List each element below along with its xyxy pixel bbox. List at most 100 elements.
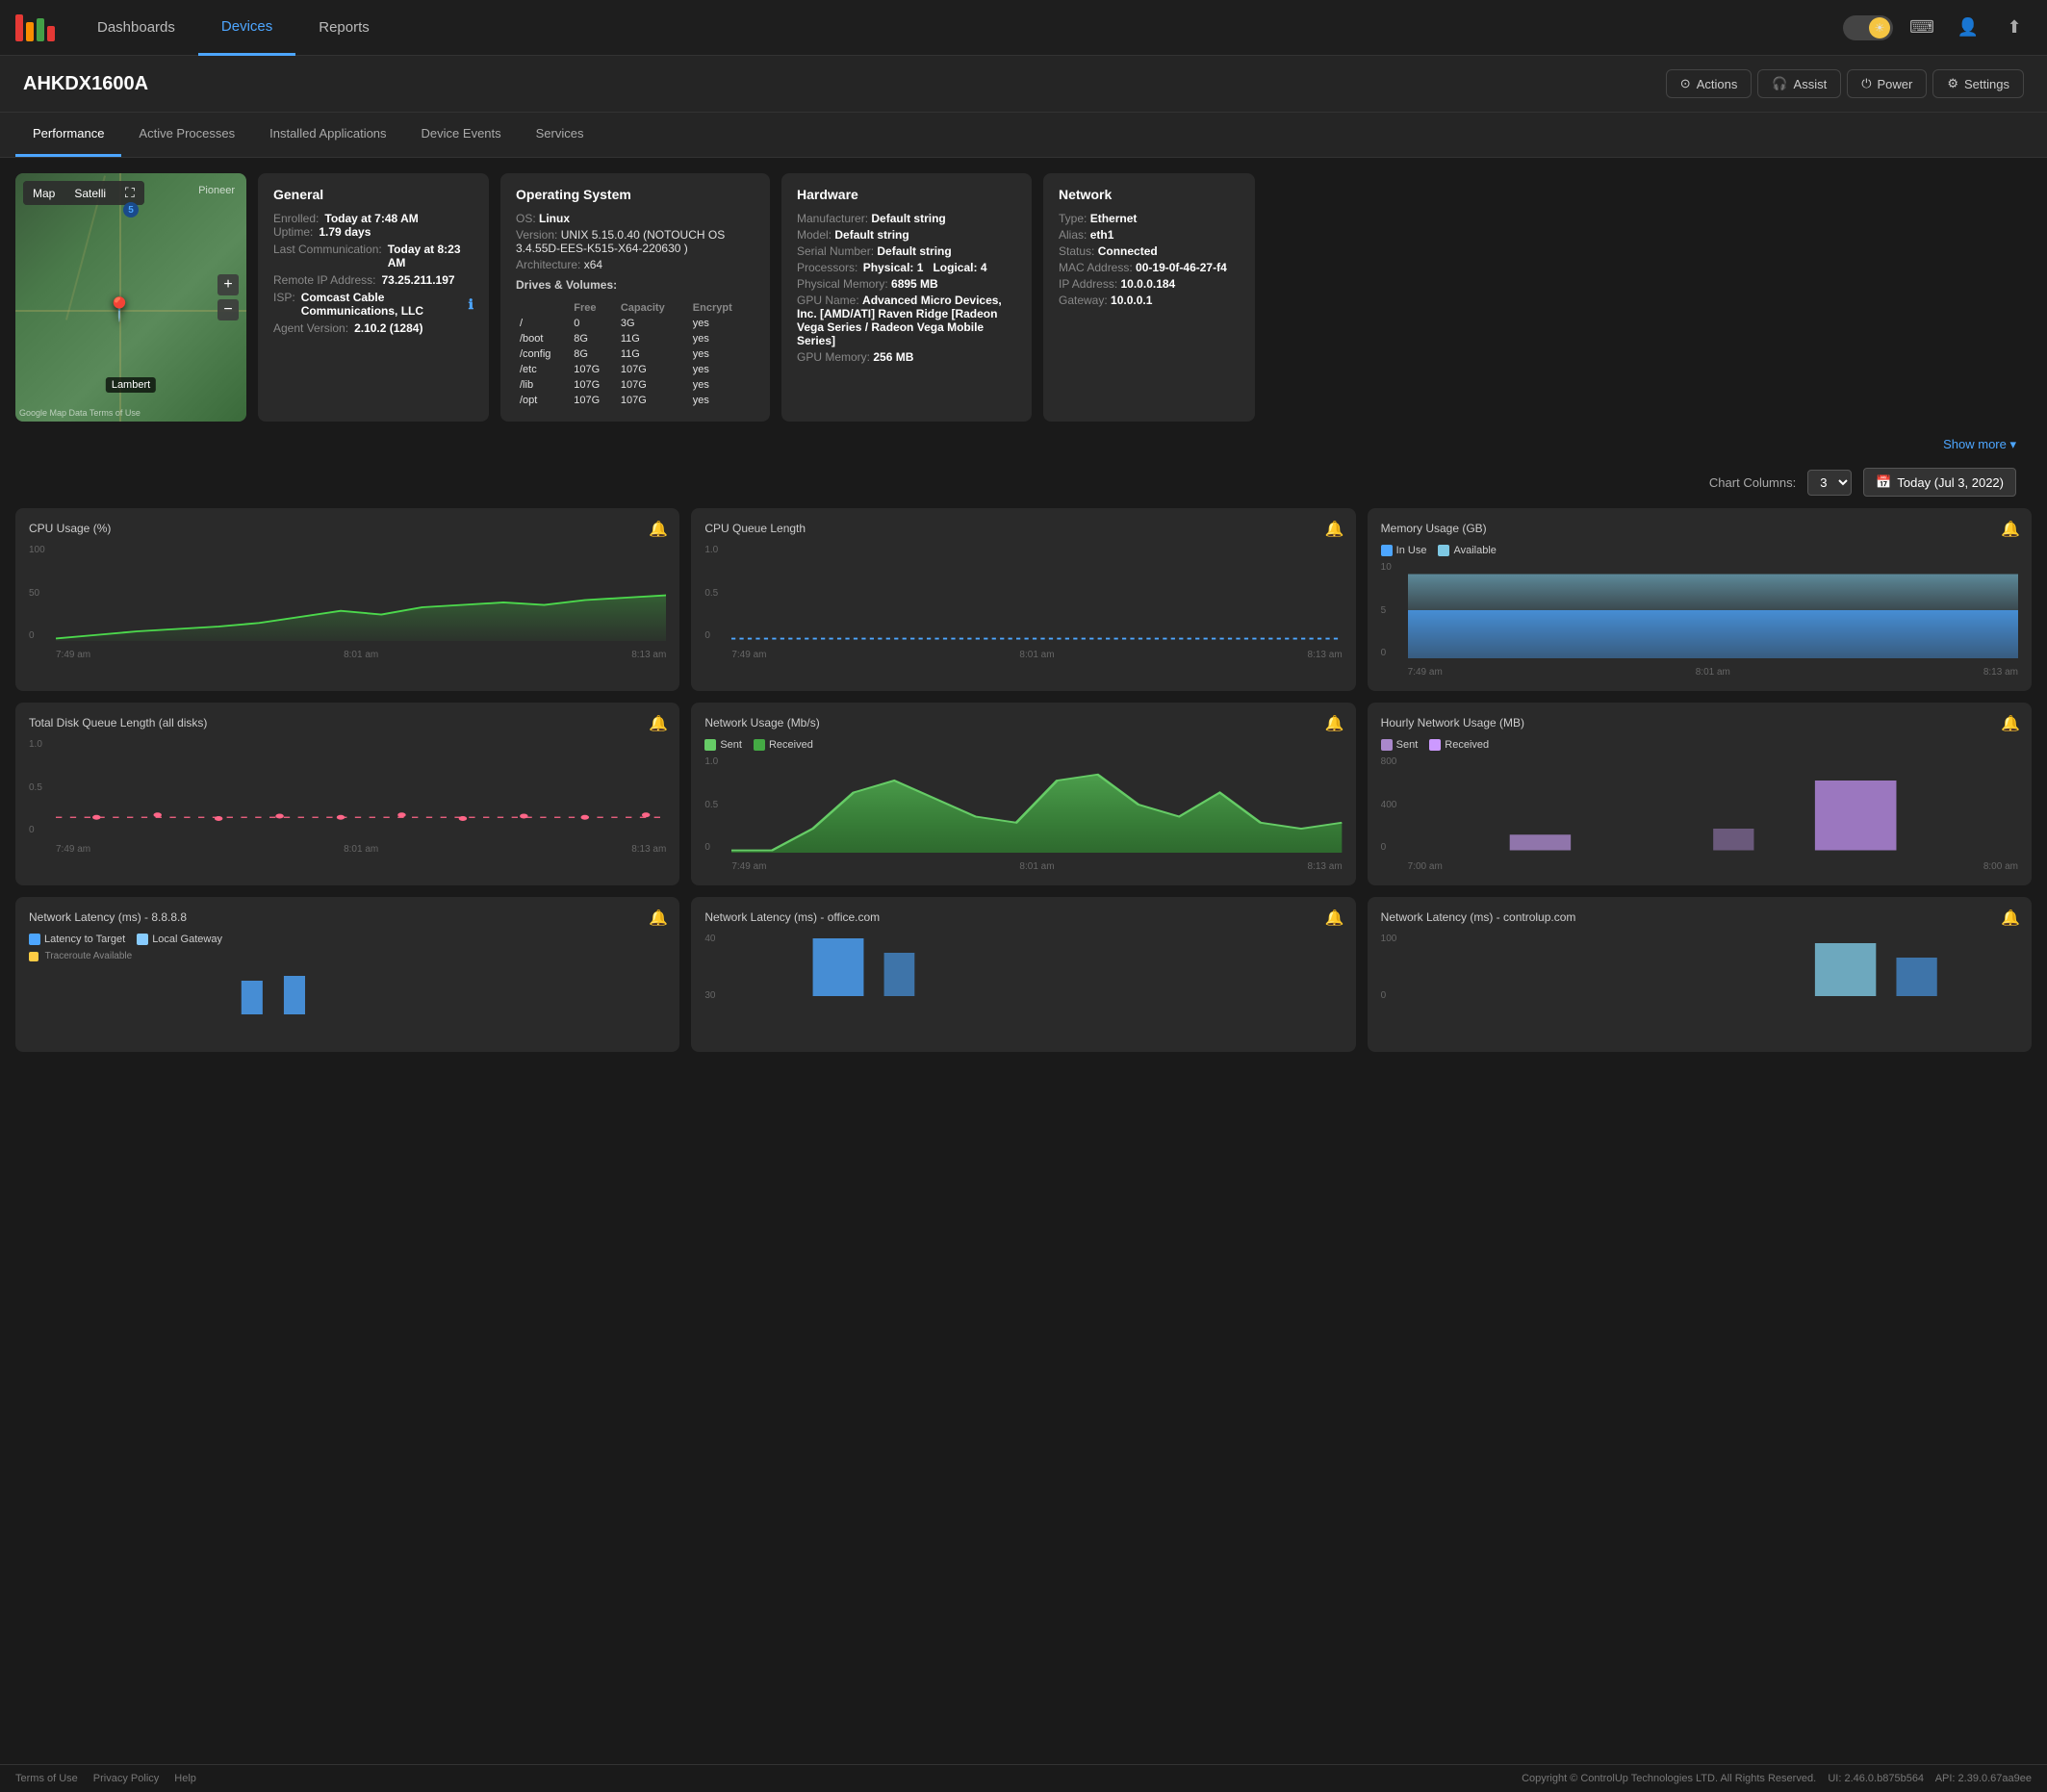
map-attribution: Google Map Data Terms of Use <box>19 408 141 418</box>
net-gateway-row: Gateway: 10.0.0.1 <box>1059 294 1240 307</box>
enrolled-row: Enrolled: Today at 7:48 AM <box>273 212 473 225</box>
network-usage-chart: Network Usage (Mb/s) 🔔 Sent Received 1.0… <box>691 703 1355 885</box>
logo-bar-orange <box>26 22 34 41</box>
assist-button[interactable]: 🎧 Assist <box>1757 69 1841 98</box>
general-card: General Enrolled: Today at 7:48 AM Uptim… <box>258 173 489 422</box>
hourly-network-legend: Sent Received <box>1381 739 2018 751</box>
network-usage-chart-area: 1.0 0.5 0 <box>704 756 1342 872</box>
memory-alert-bell[interactable]: 🔔 <box>2001 520 2020 539</box>
memory-chart-area: 10 5 0 <box>1381 562 2018 678</box>
hourly-network-chart-area: 800 400 0 7:00 am 8:00 a <box>1381 756 2018 872</box>
map-label-lambert: Lambert <box>106 377 156 393</box>
hourly-network-svg <box>1408 756 2018 853</box>
os-row: OS: Linux <box>516 212 755 225</box>
net-type-row: Type: Ethernet <box>1059 212 1240 225</box>
show-more-bar[interactable]: Show more ▾ <box>15 433 2032 460</box>
gpu-mem-row: GPU Memory: 256 MB <box>797 350 1016 364</box>
tab-installed-applications[interactable]: Installed Applications <box>252 113 403 157</box>
latency-office-alert-bell[interactable]: 🔔 <box>1325 909 1344 928</box>
theme-toggle[interactable]: ☀ <box>1843 15 1893 40</box>
top-navigation: Dashboards Devices Reports ☀ ⌨ 👤 ⬆ <box>0 0 2047 56</box>
info-icon: ℹ <box>469 296 473 313</box>
nav-dashboards[interactable]: Dashboards <box>74 0 198 56</box>
os-card: Operating System OS: Linux Version: UNIX… <box>500 173 770 422</box>
power-icon: ⏻ <box>1861 76 1871 91</box>
drive-row: /etc107G107Gyes <box>516 362 755 377</box>
drive-row: /boot8G11Gyes <box>516 331 755 346</box>
model-row: Model: Default string <box>797 228 1016 242</box>
memory-svg <box>1408 562 2018 658</box>
help-link[interactable]: Help <box>174 1773 196 1784</box>
network-card: Network Type: Ethernet Alias: eth1 Statu… <box>1043 173 1255 422</box>
remote-ip-row: Remote IP Address: 73.25.211.197 <box>273 273 473 287</box>
tab-active-processes[interactable]: Active Processes <box>121 113 252 157</box>
last-comm-row: Last Communication: Today at 8:23 AM <box>273 243 473 269</box>
drive-row: /03Gyes <box>516 316 755 331</box>
info-row: Map Satelli ⛶ 5 Pioneer 📍 Lambert + − <box>15 173 2032 422</box>
chart-controls: Chart Columns: 3 2 1 📅 Today (Jul 3, 202… <box>15 460 2032 508</box>
hourly-network-chart: Hourly Network Usage (MB) 🔔 Sent Receive… <box>1368 703 2032 885</box>
nav-reports[interactable]: Reports <box>295 0 393 56</box>
cpu-usage-chart-area: 100 50 0 <box>29 545 666 660</box>
terms-of-use-link[interactable]: Terms of Use <box>15 1773 78 1784</box>
satellite-view-button[interactable]: Satelli <box>64 181 115 205</box>
footer: Terms of Use Privacy Policy Help Copyrig… <box>0 1764 2047 1792</box>
net-alias-row: Alias: eth1 <box>1059 228 1240 242</box>
cpu-queue-svg <box>731 545 1342 641</box>
isp-row: ISP: Comcast Cable Communications, LLC ℹ <box>273 291 473 318</box>
disk-queue-alert-bell[interactable]: 🔔 <box>649 714 668 733</box>
export-icon[interactable]: ⬆ <box>1997 11 2032 45</box>
network-usage-svg <box>731 756 1342 853</box>
network-title: Network <box>1059 187 1240 202</box>
zoom-out-button[interactable]: − <box>217 299 239 320</box>
agent-version-row: Agent Version: 2.10.2 (1284) <box>273 321 473 335</box>
gpu-name-row: GPU Name: Advanced Micro Devices, Inc. [… <box>797 294 1016 347</box>
disk-queue-svg <box>56 739 666 835</box>
cpu-queue-alert-bell[interactable]: 🔔 <box>1325 520 1344 539</box>
cpu-usage-svg <box>56 545 666 641</box>
hourly-network-alert-bell[interactable]: 🔔 <box>2001 714 2020 733</box>
zoom-in-button[interactable]: + <box>217 274 239 295</box>
serial-row: Serial Number: Default string <box>797 244 1016 258</box>
device-title: AHKDX1600A <box>23 73 148 95</box>
privacy-policy-link[interactable]: Privacy Policy <box>93 1773 159 1784</box>
date-picker-button[interactable]: 📅 Today (Jul 3, 2022) <box>1863 468 2016 497</box>
latency-controlup-chart: Network Latency (ms) - controlup.com 🔔 1… <box>1368 897 2032 1052</box>
traceroute-label: Traceroute Available <box>29 951 666 961</box>
chart-columns-select[interactable]: 3 2 1 <box>1807 470 1852 496</box>
device-action-buttons: ⊙ Actions 🎧 Assist ⏻ Power ⚙ Settings <box>1666 69 2024 98</box>
latency-8888-alert-bell[interactable]: 🔔 <box>649 909 668 928</box>
tab-services[interactable]: Services <box>519 113 601 157</box>
map-badge: 5 <box>123 202 139 218</box>
processors-row: Processors: Physical: 1 Logical: 4 <box>797 261 1016 274</box>
map-label-pioneer: Pioneer <box>198 185 235 196</box>
os-title: Operating System <box>516 187 755 202</box>
hardware-info: Manufacturer: Default string Model: Defa… <box>797 212 1016 364</box>
network-usage-legend: Sent Received <box>704 739 1342 751</box>
nav-right-controls: ☀ ⌨ 👤 ⬆ <box>1843 11 2032 45</box>
latency-office-chart: Network Latency (ms) - office.com 🔔 40 -… <box>691 897 1355 1052</box>
disk-queue-chart: Total Disk Queue Length (all disks) 🔔 1.… <box>15 703 679 885</box>
phys-mem-row: Physical Memory: 6895 MB <box>797 277 1016 291</box>
map-view-button[interactable]: Map <box>23 181 64 205</box>
cpu-usage-alert-bell[interactable]: 🔔 <box>649 520 668 539</box>
latency-office-svg <box>731 934 1342 1001</box>
settings-button[interactable]: ⚙ Settings <box>1932 69 2024 98</box>
user-icon[interactable]: 👤 <box>1951 11 1985 45</box>
nav-devices[interactable]: Devices <box>198 0 295 56</box>
map-zoom-controls: + − <box>217 274 239 320</box>
tab-performance[interactable]: Performance <box>15 113 121 157</box>
disk-queue-chart-area: 1.0 0.5 0 <box>29 739 666 855</box>
latency-controlup-alert-bell[interactable]: 🔔 <box>2001 909 2020 928</box>
latency-8888-legend: Latency to Target Local Gateway <box>29 934 666 945</box>
network-usage-alert-bell[interactable]: 🔔 <box>1325 714 1344 733</box>
keyboard-icon[interactable]: ⌨ <box>1905 11 1939 45</box>
power-button[interactable]: ⏻ Power <box>1847 69 1927 98</box>
footer-links: Terms of Use Privacy Policy Help <box>15 1773 196 1784</box>
actions-button[interactable]: ⊙ Actions <box>1666 69 1753 98</box>
net-mac-row: MAC Address: 00-19-0f-46-27-f4 <box>1059 261 1240 274</box>
tab-device-events[interactable]: Device Events <box>404 113 519 157</box>
logo-bar-green <box>37 18 44 41</box>
net-ip-row: IP Address: 10.0.0.184 <box>1059 277 1240 291</box>
latency-8888-svg <box>29 961 666 1019</box>
